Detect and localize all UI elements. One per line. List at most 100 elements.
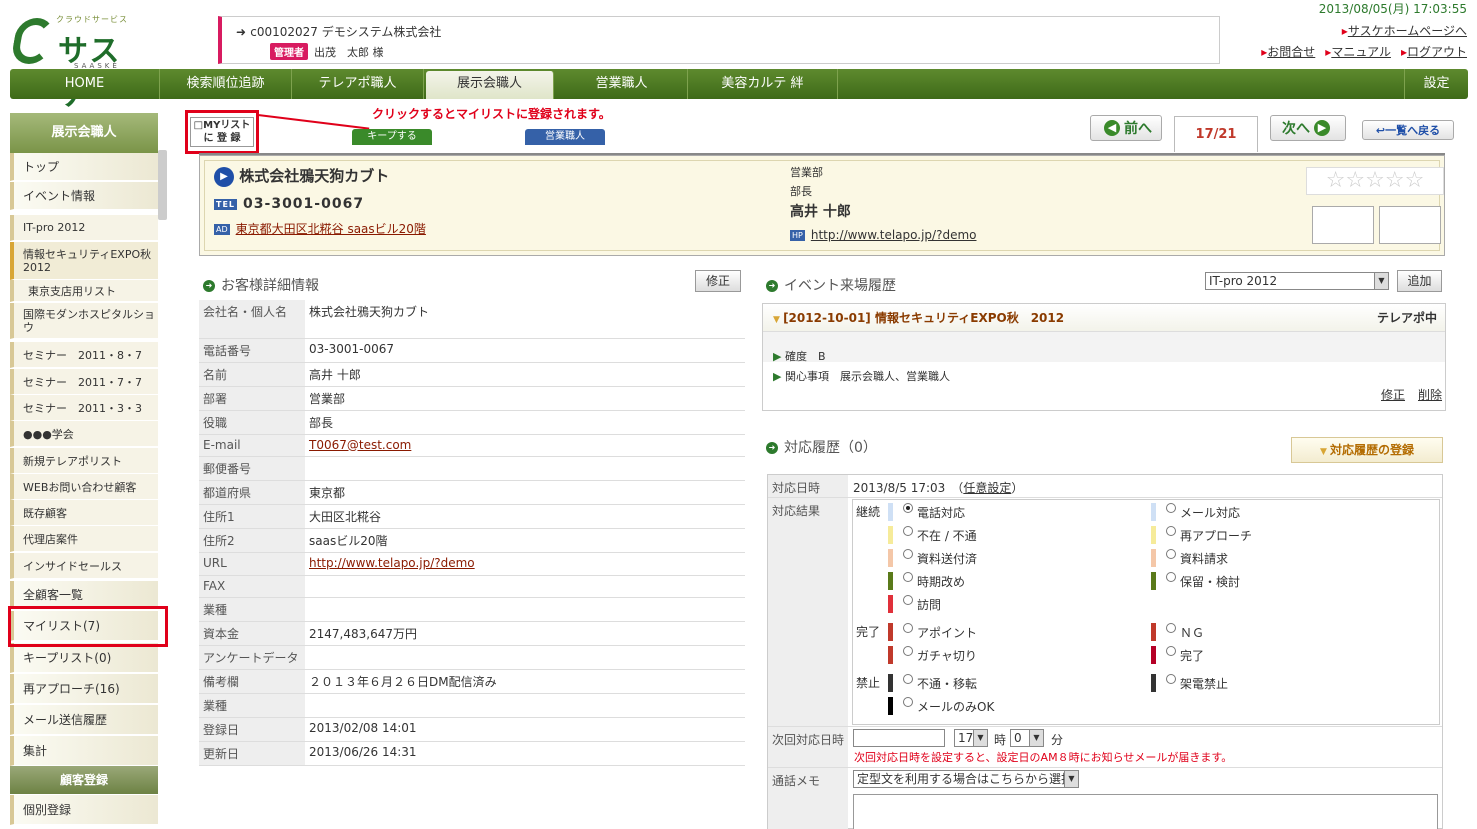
add-to-mylist-button[interactable]: □MYリスト に 登 録 <box>186 111 258 153</box>
nav-tab-seo[interactable]: 検索順位追跡 <box>160 69 292 99</box>
result-option[interactable]: ガチャ切り <box>888 646 977 664</box>
register-response-button[interactable]: ▼ 対応履歴の登録 <box>1291 437 1443 463</box>
keep-tab[interactable]: キープする <box>352 129 432 145</box>
result-option[interactable]: 架電禁止 <box>1151 674 1228 692</box>
next-button[interactable]: 次へ ▶ <box>1270 115 1346 141</box>
radio-button[interactable] <box>1166 674 1176 684</box>
radio-button[interactable] <box>1166 572 1176 582</box>
radio-button[interactable] <box>903 526 913 536</box>
sidebar-item-new-teleapo[interactable]: 新規テレアポリスト <box>10 448 158 474</box>
sidebar-scrollbar[interactable] <box>158 150 167 220</box>
nav-tab-sales[interactable]: 営業職人 <box>556 69 688 99</box>
result-option[interactable]: アポイント <box>888 623 977 641</box>
radio-button[interactable] <box>903 503 913 513</box>
image-box-2[interactable] <box>1379 206 1441 244</box>
event-delete-link[interactable]: 削除 <box>1418 386 1442 403</box>
detail-key: 都道府県 <box>199 480 305 506</box>
sidebar-item-seminar-33[interactable]: セミナー 2011・3・3 <box>10 395 158 421</box>
date-value-text: 2013/8/5 17:03 <box>853 481 946 495</box>
next-date-input[interactable] <box>853 729 945 747</box>
sidebar-item-top[interactable]: トップ <box>10 153 158 181</box>
nav-tab-teleapo[interactable]: テレアポ職人 <box>292 69 424 99</box>
event-item-header[interactable]: ▼ [2012-10-01] 情報セキュリティEXPO秋 2012 テレアポ中 <box>763 304 1445 332</box>
radio-button[interactable] <box>903 623 913 633</box>
result-option[interactable]: 訪問 <box>888 595 941 613</box>
radio-button[interactable] <box>1166 549 1176 559</box>
result-option[interactable]: 再アプローチ <box>1151 526 1252 544</box>
nav-tab-beauty[interactable]: 美容カルテ 絆 <box>688 69 838 99</box>
sidebar-item-tokyo-list[interactable]: 東京支店用リスト <box>10 280 158 302</box>
sidebar-item-agency[interactable]: 代理店案件 <box>10 526 158 552</box>
manual-link[interactable]: マニュアル <box>1331 45 1391 59</box>
sidebar-item-gakkai[interactable]: ●●●学会 <box>10 421 158 447</box>
result-option[interactable]: 不通・移転 <box>888 674 977 692</box>
radio-button[interactable] <box>903 697 913 707</box>
result-option[interactable]: メールのみOK <box>888 697 994 715</box>
minute-select[interactable]: 0 ▼ <box>1010 729 1044 747</box>
card-url-link[interactable]: http://www.telapo.jp/?demo <box>811 228 977 242</box>
sidebar-item-security-expo[interactable]: 情報セキュリティEXPO秋 2012 <box>10 242 158 280</box>
radio-button[interactable] <box>1166 623 1176 633</box>
sales-tab[interactable]: 営業職人 <box>525 129 605 145</box>
chevron-down-icon: ▼ <box>973 730 987 746</box>
back-to-list-button[interactable]: ↩ 一覧へ戻る <box>1362 120 1454 140</box>
prev-button[interactable]: ◀ 前へ <box>1090 115 1162 141</box>
radio-button[interactable] <box>903 595 913 605</box>
radio-button[interactable] <box>903 646 913 656</box>
saaske-logo[interactable]: クラウドサービス サスケ SAASKE <box>9 14 149 113</box>
result-option[interactable]: 完了 <box>1151 646 1204 664</box>
result-option[interactable]: 時期改め <box>888 572 965 590</box>
hour-select[interactable]: 17 ▼ <box>954 729 988 747</box>
prev-label: 前へ <box>1124 121 1152 137</box>
sidebar-item-seminar-87[interactable]: セミナー 2011・8・7 <box>10 342 158 368</box>
memo-template-select[interactable]: 定型文を利用する場合はこちらから選択 ▼ <box>853 770 1079 788</box>
sidebar-item-existing[interactable]: 既存顧客 <box>10 500 158 526</box>
sidebar-item-seminar-77[interactable]: セミナー 2011・7・7 <box>10 369 158 395</box>
sidebar-item-keeplist[interactable]: キープリスト(0) <box>10 643 158 673</box>
logout-link[interactable]: ログアウト <box>1407 45 1467 59</box>
url-link[interactable]: http://www.telapo.jp/?demo <box>309 556 475 570</box>
radio-button[interactable] <box>903 572 913 582</box>
custom-date-link[interactable]: 任意設定 <box>963 481 1011 495</box>
sidebar-item-inside-sales[interactable]: インサイドセールス <box>10 553 158 579</box>
sidebar-item-itpro[interactable]: IT-pro 2012 <box>10 215 158 241</box>
result-option[interactable]: 不在 / 不通 <box>888 526 977 544</box>
detail-edit-button[interactable]: 修正 <box>695 270 741 292</box>
email-link[interactable]: T0067@test.com <box>309 438 411 452</box>
radio-button[interactable] <box>903 549 913 559</box>
nav-tab-exhibition[interactable]: 展示会職人 <box>426 71 554 99</box>
image-box-1[interactable] <box>1312 206 1374 244</box>
detail-value <box>305 456 745 482</box>
sidebar-item-mail-history[interactable]: メール送信履歴 <box>10 705 158 735</box>
sidebar-item-all-customers[interactable]: 全顧客一覧 <box>10 581 158 609</box>
sidebar-item-individual-register[interactable]: 個別登録 <box>10 795 158 825</box>
rating-stars[interactable]: ☆☆☆☆☆ <box>1306 167 1444 195</box>
contact-link[interactable]: お問合せ <box>1267 45 1315 59</box>
result-option[interactable]: 保留・検討 <box>1151 572 1240 590</box>
sidebar-item-web-inquiry[interactable]: WEBお問い合わせ顧客 <box>10 474 158 500</box>
result-option-label: メールのみOK <box>917 699 995 714</box>
homepage-link[interactable]: サスケホームページへ <box>1348 24 1467 38</box>
radio-button[interactable] <box>1166 503 1176 513</box>
radio-button[interactable] <box>1166 646 1176 656</box>
card-address-link[interactable]: 東京都大田区北糀谷 saasビル20階 <box>236 222 426 236</box>
memo-textarea[interactable] <box>853 794 1438 829</box>
event-edit-link[interactable]: 修正 <box>1381 386 1405 403</box>
result-option-label: アポイント <box>917 625 978 640</box>
nav-settings[interactable]: 設定 <box>1404 69 1468 99</box>
color-bar <box>888 595 893 613</box>
result-option[interactable]: 資料請求 <box>1151 549 1228 567</box>
result-option[interactable]: ＮＧ <box>1151 623 1204 641</box>
radio-button[interactable] <box>1166 526 1176 536</box>
result-option[interactable]: 電話対応 <box>888 503 965 521</box>
sidebar-item-stats[interactable]: 集計 <box>10 736 158 766</box>
sidebar-item-hospital[interactable]: 国際モダンホスピタルショウ <box>10 303 158 339</box>
sidebar-item-reapproach[interactable]: 再アプローチ(16) <box>10 674 158 704</box>
result-option[interactable]: 資料送付済 <box>888 549 977 567</box>
nav-tab-home[interactable]: HOME <box>10 69 160 99</box>
radio-button[interactable] <box>903 674 913 684</box>
sidebar-item-event[interactable]: イベント情報 <box>10 182 158 210</box>
event-select[interactable]: IT-pro 2012 ▼ <box>1205 272 1389 290</box>
event-add-button[interactable]: 追加 <box>1397 270 1442 292</box>
result-option[interactable]: メール対応 <box>1151 503 1240 521</box>
